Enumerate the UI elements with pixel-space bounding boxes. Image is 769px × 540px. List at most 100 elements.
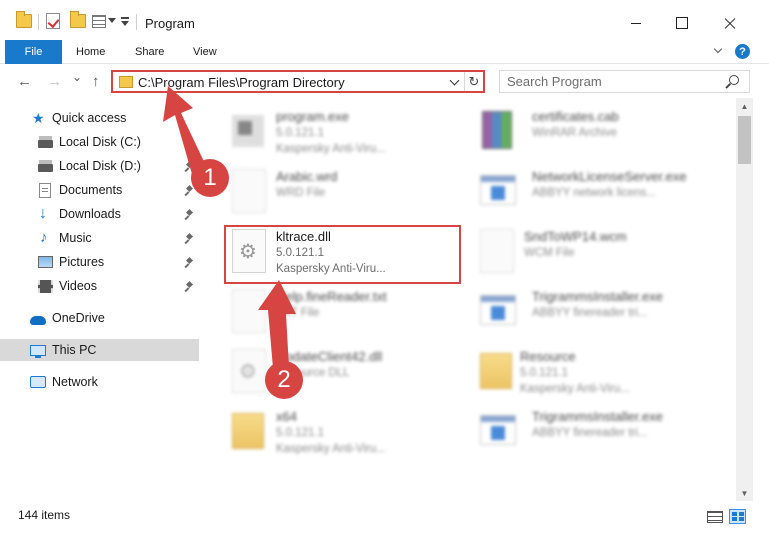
file-name: x64 — [276, 409, 297, 424]
ribbon-tabs: File Home Share View ? — [0, 40, 769, 64]
music-icon: ♪ — [40, 229, 48, 246]
sidebar-item-label: OneDrive — [52, 311, 105, 325]
chevron-down-icon[interactable] — [108, 18, 116, 23]
sidebar-item-local-disk-d[interactable]: Local Disk (D:) — [0, 155, 199, 177]
expand-ribbon-icon[interactable] — [714, 46, 724, 56]
videos-icon — [38, 279, 53, 293]
file-name: Arabic.wrd — [276, 169, 338, 184]
file-description: Kaspersky Anti-Viru... — [276, 143, 386, 155]
file-item[interactable]: UpdateClient42.dll Resource DLL — [228, 347, 468, 405]
this-pc-icon — [30, 344, 46, 358]
forward-arrow-icon[interactable]: → — [47, 73, 62, 90]
file-item[interactable]: NetworkLicenseServer.exe ABBYY network l… — [476, 167, 716, 225]
file-item[interactable]: program.exe 5.0.121.1 Kaspersky Anti-Vir… — [228, 107, 468, 165]
properties-checkmark-icon[interactable] — [46, 13, 60, 29]
sidebar-item-downloads[interactable]: ↓ Downloads — [0, 203, 199, 225]
address-dropdown-icon[interactable] — [449, 75, 460, 86]
pin-icon[interactable] — [185, 234, 194, 244]
file-item[interactable]: Help.fineReader.txt TXT File — [228, 287, 468, 345]
minimize-button[interactable] — [613, 8, 659, 38]
address-path[interactable]: C:\Program Files\Program Directory — [138, 75, 345, 90]
pin-icon[interactable] — [185, 282, 194, 292]
file-name: certificates.cab — [532, 109, 619, 124]
folder-icon — [232, 413, 264, 449]
file-version: 5.0.121.1 — [520, 367, 568, 379]
file-version: 5.0.121.1 — [276, 427, 324, 439]
folder-icon — [16, 11, 32, 28]
pin-icon[interactable] — [185, 210, 194, 220]
maximize-button[interactable] — [659, 8, 705, 38]
sidebar-item-quick-access[interactable]: ★ Quick access — [0, 107, 199, 129]
sidebar-item-documents[interactable]: Documents — [0, 179, 199, 201]
file-item[interactable]: TrigrammsInstaller.exe ABBYY finereader … — [476, 287, 716, 345]
onedrive-icon — [30, 315, 46, 325]
file-name: TrigrammsInstaller.exe — [532, 289, 663, 304]
back-arrow-icon[interactable]: ← — [17, 73, 32, 90]
file-version: 5.0.121.1 — [276, 247, 324, 259]
file-type: TXT File — [276, 307, 320, 319]
search-input[interactable] — [500, 71, 722, 92]
up-arrow-icon[interactable]: ↑ — [92, 73, 100, 90]
large-icons-view-icon[interactable] — [729, 509, 746, 524]
file-item[interactable]: TrigrammsInstaller.exe ABBYY finereader … — [476, 407, 716, 465]
search-box[interactable] — [499, 70, 750, 93]
installer-icon — [480, 295, 516, 325]
status-bar: 144 items — [0, 501, 769, 540]
file-name: SndToWP14.wcm — [524, 229, 627, 244]
address-bar[interactable]: C:\Program Files\Program Directory ↻ — [111, 70, 485, 93]
refresh-icon[interactable]: ↻ — [464, 72, 483, 91]
toolbar-separator — [38, 14, 39, 30]
pictures-icon — [38, 256, 53, 268]
scroll-thumb[interactable] — [738, 116, 751, 164]
file-name: program.exe — [276, 109, 349, 124]
customize-toolbar-icon[interactable] — [121, 17, 129, 27]
sidebar-item-music[interactable]: ♪ Music — [0, 227, 199, 249]
scroll-up-icon[interactable]: ▲ — [736, 98, 753, 114]
file-item[interactable]: certificates.cab WinRAR Archive — [476, 107, 716, 165]
scroll-down-icon[interactable]: ▼ — [736, 485, 753, 501]
sidebar-item-onedrive[interactable]: OneDrive — [0, 307, 199, 329]
sidebar-item-this-pc[interactable]: This PC — [0, 339, 199, 361]
tab-file[interactable]: File — [5, 40, 62, 64]
tab-home[interactable]: Home — [76, 46, 105, 58]
sidebar-item-local-disk-c[interactable]: Local Disk (C:) — [0, 131, 199, 153]
drive-icon — [38, 160, 53, 172]
recent-locations-icon[interactable]: ⌄ — [72, 70, 82, 84]
tab-share[interactable]: Share — [135, 46, 164, 58]
view-options-icon[interactable] — [92, 15, 106, 28]
network-icon — [30, 376, 46, 388]
sidebar-item-network[interactable]: Network — [0, 371, 199, 393]
sidebar-item-label: This PC — [52, 343, 97, 357]
search-icon[interactable] — [729, 75, 739, 85]
installer-icon — [480, 415, 516, 445]
sidebar-item-label: Music — [59, 231, 92, 245]
installer-icon — [480, 175, 516, 205]
file-item[interactable]: Resource 5.0.121.1 Kaspersky Anti-Viru..… — [476, 347, 716, 405]
file-item[interactable]: Arabic.wrd WRD File — [228, 167, 468, 225]
file-item-kltrace-dll[interactable]: kltrace.dll 5.0.121.1 Kaspersky Anti-Vir… — [228, 227, 468, 285]
file-description: ABBYY finereader tri... — [532, 307, 648, 319]
navigation-pane: ★ Quick access Local Disk (C:) Local Dis… — [0, 98, 206, 501]
sidebar-item-pictures[interactable]: Pictures — [0, 251, 199, 273]
close-button[interactable] — [707, 8, 753, 38]
toolbar-separator — [136, 14, 137, 30]
vertical-scrollbar[interactable]: ▲ ▼ — [736, 98, 753, 501]
file-version: 5.0.121.1 — [276, 127, 324, 139]
file-item[interactable]: x64 5.0.121.1 Kaspersky Anti-Viru... — [228, 407, 468, 465]
window-title: Program — [145, 16, 195, 31]
pin-icon[interactable] — [185, 138, 194, 148]
new-folder-icon[interactable] — [70, 11, 86, 28]
details-view-icon[interactable] — [707, 511, 723, 523]
file-description: Kaspersky Anti-Viru... — [276, 263, 386, 275]
sidebar-item-videos[interactable]: Videos — [0, 275, 199, 297]
annotation-badge-1: 1 — [191, 159, 229, 197]
help-icon[interactable]: ? — [735, 44, 750, 59]
file-icon — [480, 229, 514, 273]
downloads-icon: ↓ — [39, 205, 47, 222]
file-name: Resource — [520, 349, 576, 364]
file-icon — [232, 289, 266, 333]
file-item[interactable]: SndToWP14.wcm WCM File — [476, 227, 716, 285]
tab-view[interactable]: View — [193, 46, 217, 58]
annotation-badge-2: 2 — [265, 361, 303, 399]
pin-icon[interactable] — [185, 258, 194, 268]
